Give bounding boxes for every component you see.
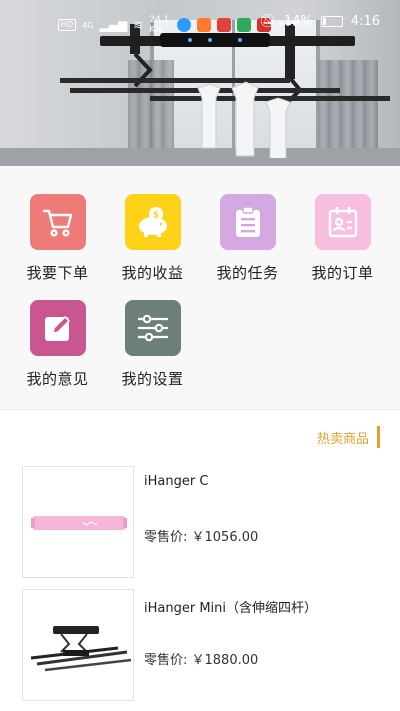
wifi-icon: ≋	[133, 18, 144, 32]
product-price: 零售价: ￥1880.00	[144, 653, 259, 668]
mute-icon: 🔕︎	[259, 14, 276, 29]
product-card[interactable]: iHanger Mini（含伸缩四杆） 零售价: ￥1880.00	[22, 589, 382, 701]
menu-label: 我的订单	[311, 264, 374, 282]
menu-item-tasks[interactable]: 我的任务	[200, 194, 295, 294]
signal-label: 4G	[82, 20, 94, 30]
battery-percent: 14%	[283, 14, 313, 29]
sliders-icon	[124, 300, 181, 356]
battery-icon	[320, 16, 343, 27]
menu-item-orders[interactable]: 我的订单	[295, 194, 390, 294]
menu-label: 我的收益	[121, 264, 184, 282]
piggy-bank-icon: $	[124, 194, 181, 250]
clock: 4:16	[350, 14, 380, 29]
menu-item-place-order[interactable]: 我要下单	[10, 194, 105, 294]
signal-icon: ▂▄▆	[99, 18, 128, 32]
app-notification-icon	[237, 18, 252, 32]
calendar-contact-icon	[314, 194, 371, 250]
section-title-text: 热卖商品	[316, 431, 369, 447]
menu-label: 我的任务	[216, 264, 279, 282]
product-name: iHanger Mini（含伸缩四杆）	[144, 601, 317, 616]
menu-label: 我的意见	[26, 370, 89, 388]
svg-text:$: $	[152, 211, 158, 221]
accent-bar	[377, 426, 380, 448]
hero-banner: HD 4G ▂▄▆ ≋ 24.1 K/s ••• 🔕︎ 14% 4:16	[0, 0, 400, 166]
menu-grid: 我要下单 $ 我的收益 我的任务 我的订单 我的意见 我的设置	[0, 166, 400, 410]
menu-item-feedback[interactable]: 我的意见	[10, 300, 105, 400]
app-notification-icon	[197, 18, 212, 32]
menu-item-settings[interactable]: 我的设置	[105, 300, 200, 400]
app-notification-icon	[177, 18, 192, 32]
menu-item-earnings[interactable]: $ 我的收益	[105, 194, 200, 294]
menu-label: 我的设置	[121, 370, 184, 388]
menu-label: 我要下单	[26, 264, 89, 282]
cart-icon	[29, 194, 86, 250]
product-price: 零售价: ￥1056.00	[144, 530, 259, 545]
net-speed: 24.1 K/s	[149, 15, 170, 35]
product-image	[22, 589, 134, 701]
hd-badge: HD	[58, 19, 77, 31]
product-image	[22, 466, 134, 578]
status-bar: HD 4G ▂▄▆ ≋ 24.1 K/s ••• 🔕︎ 14% 4:16	[0, 0, 400, 44]
app-notification-icon	[217, 18, 232, 32]
product-name: iHanger C	[144, 474, 209, 489]
section-title-hot: 热卖商品	[317, 426, 380, 448]
edit-icon	[29, 300, 86, 356]
clipboard-icon	[219, 194, 276, 250]
product-card[interactable]: iHanger C 零售价: ￥1056.00	[22, 466, 382, 578]
